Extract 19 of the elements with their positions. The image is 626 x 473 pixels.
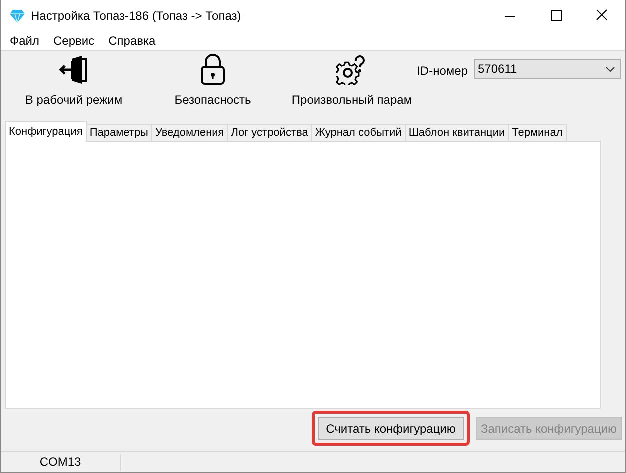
action-button[interactable]: Считать конфигурацию: [318, 417, 464, 440]
status-port: COM13: [1, 454, 121, 470]
toolbar-button[interactable]: Безопасность: [148, 51, 278, 119]
id-value: 570611: [478, 61, 518, 78]
menu-item[interactable]: Справка: [102, 32, 163, 50]
toolbar-button[interactable]: В рабочий режим: [9, 51, 139, 119]
id-dropdown[interactable]: 570611: [474, 59, 621, 79]
tab[interactable]: Терминал: [508, 124, 567, 142]
tab[interactable]: Конфигурация: [5, 121, 87, 142]
id-label: ID-номер: [417, 63, 468, 80]
window-title: Настройка Топаз-186 (Топаз -> Топаз): [31, 8, 242, 25]
gear-question-icon: [336, 55, 368, 85]
menu-item[interactable]: Файл: [3, 32, 47, 50]
padlock-icon: [200, 53, 226, 85]
menu-item[interactable]: Сервис: [46, 32, 102, 50]
diamond-icon: [10, 10, 25, 22]
chevron-down-icon: [606, 66, 615, 72]
door-exit-icon: [59, 55, 89, 85]
toolbar-button[interactable]: Произвольный парам: [287, 51, 417, 119]
